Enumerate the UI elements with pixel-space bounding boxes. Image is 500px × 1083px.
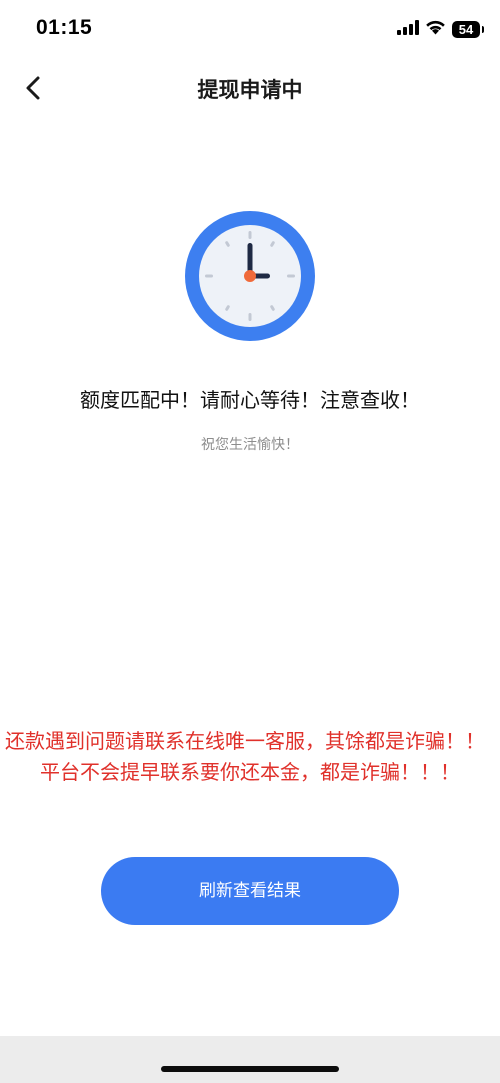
cellular-signal-icon [397, 19, 419, 39]
wifi-icon [425, 19, 446, 39]
status-message: 额度匹配中！请耐心等待！注意查收！ [80, 388, 420, 412]
clock-icon [185, 211, 315, 341]
bottom-safe-area [0, 1036, 500, 1083]
greeting-message: 祝您生活愉快！ [201, 437, 299, 453]
battery-icon: 54 [452, 20, 484, 38]
home-indicator[interactable] [161, 1066, 339, 1072]
page-title: 提现申请中 [197, 78, 303, 102]
screen: 01:15 54 提现申请中 额度匹配中！请耐心等待！注意查收！ 祝您生活愉快！… [0, 0, 500, 1083]
nav-bar: 提现申请中 [0, 60, 500, 116]
status-icons: 54 [397, 19, 484, 39]
warning-text-line-2: 平台不会提早联系要你还本金，都是诈骗！！！ [40, 760, 460, 784]
warning-text-line-1: 还款遇到问题请联系在线唯一客服，其馀都是诈骗！！ [5, 729, 485, 753]
status-bar: 01:15 54 [0, 0, 500, 56]
refresh-result-button[interactable]: 刷新查看结果 [101, 857, 399, 925]
status-time: 01:15 [36, 16, 93, 39]
